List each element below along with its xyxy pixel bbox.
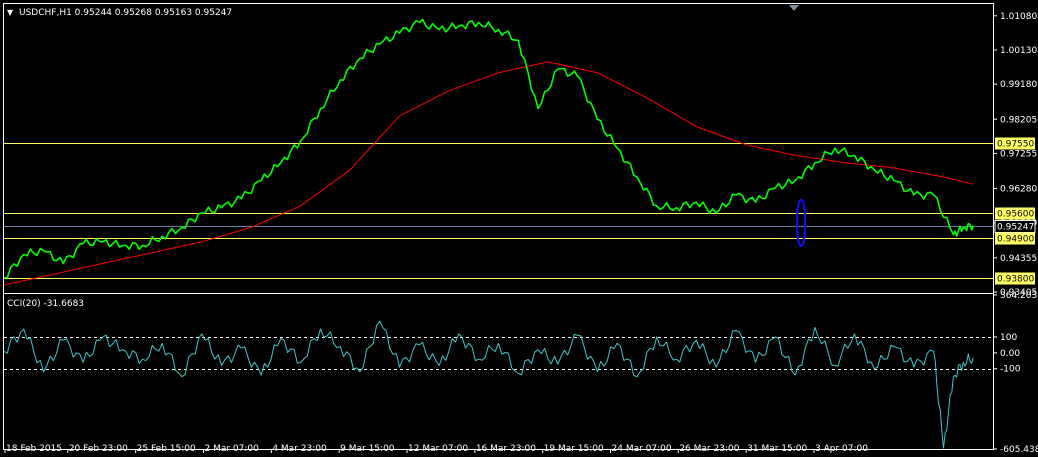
- chart-canvas: ▼ USDCHF,H1 0.95244 0.95268 0.95163 0.95…: [3, 3, 1038, 455]
- level-price-label: 0.97550: [997, 140, 1034, 150]
- cci-tick-label: -100: [1000, 365, 1021, 375]
- highlight-rounded-box[interactable]: [796, 198, 807, 248]
- y-tick-label: 0.94355: [1000, 254, 1037, 264]
- x-tick-label: 9 Mar 15:00: [340, 444, 395, 454]
- cci-line: [3, 320, 974, 449]
- current-price-label: 0.95247: [997, 223, 1034, 233]
- x-tick-label: 12 Mar 07:00: [408, 444, 468, 454]
- symbol-header: USDCHF,H1 0.95244 0.95268 0.95163 0.9524…: [19, 8, 232, 18]
- y-tick-label: 0.96280: [1000, 185, 1037, 195]
- x-tick-label: 25 Feb 15:00: [137, 444, 196, 454]
- x-tick-label: 20 Feb 23:00: [69, 444, 128, 454]
- x-tick-label: 18 Feb 2015: [6, 444, 62, 454]
- x-tick-label: 16 Mar 23:00: [476, 444, 536, 454]
- level-price-label: 0.93800: [997, 275, 1034, 285]
- y-tick-label: 0.98205: [1000, 115, 1037, 125]
- cci-tick-label: 364.2036: [1000, 291, 1038, 301]
- x-tick-label: 3 Apr 07:00: [815, 444, 868, 454]
- shift-marker-icon[interactable]: [789, 5, 799, 11]
- level-price-label: 0.95600: [997, 210, 1034, 220]
- x-tick-label: 19 Mar 15:00: [544, 444, 604, 454]
- x-tick-label: 2 Mar 07:00: [205, 444, 260, 454]
- x-tick-label: 4 Mar 23:00: [272, 444, 327, 454]
- cci-tick-label: 100: [1000, 333, 1017, 343]
- cci-tick-label: -605.4384: [1000, 445, 1038, 455]
- y-tick-label: 0.99180: [1000, 80, 1037, 90]
- level-price-label: 0.94900: [997, 235, 1034, 245]
- y-tick-label: 1.01080: [1000, 12, 1037, 22]
- y-tick-label: 0.97255: [1000, 149, 1037, 159]
- x-tick-label: 31 Mar 15:00: [747, 444, 807, 454]
- x-tick-label: 26 Mar 23:00: [679, 444, 739, 454]
- x-tick-label: 24 Mar 07:00: [612, 444, 672, 454]
- cci-label: CCI(20) -31.6683: [7, 299, 84, 309]
- price-line: [3, 18, 974, 279]
- y-tick-label: 1.00130: [1000, 46, 1037, 56]
- cci-tick-label: 0.00: [1000, 349, 1020, 359]
- collapse-arrow-icon[interactable]: ▼: [7, 8, 14, 17]
- moving-average-line: [3, 61, 974, 286]
